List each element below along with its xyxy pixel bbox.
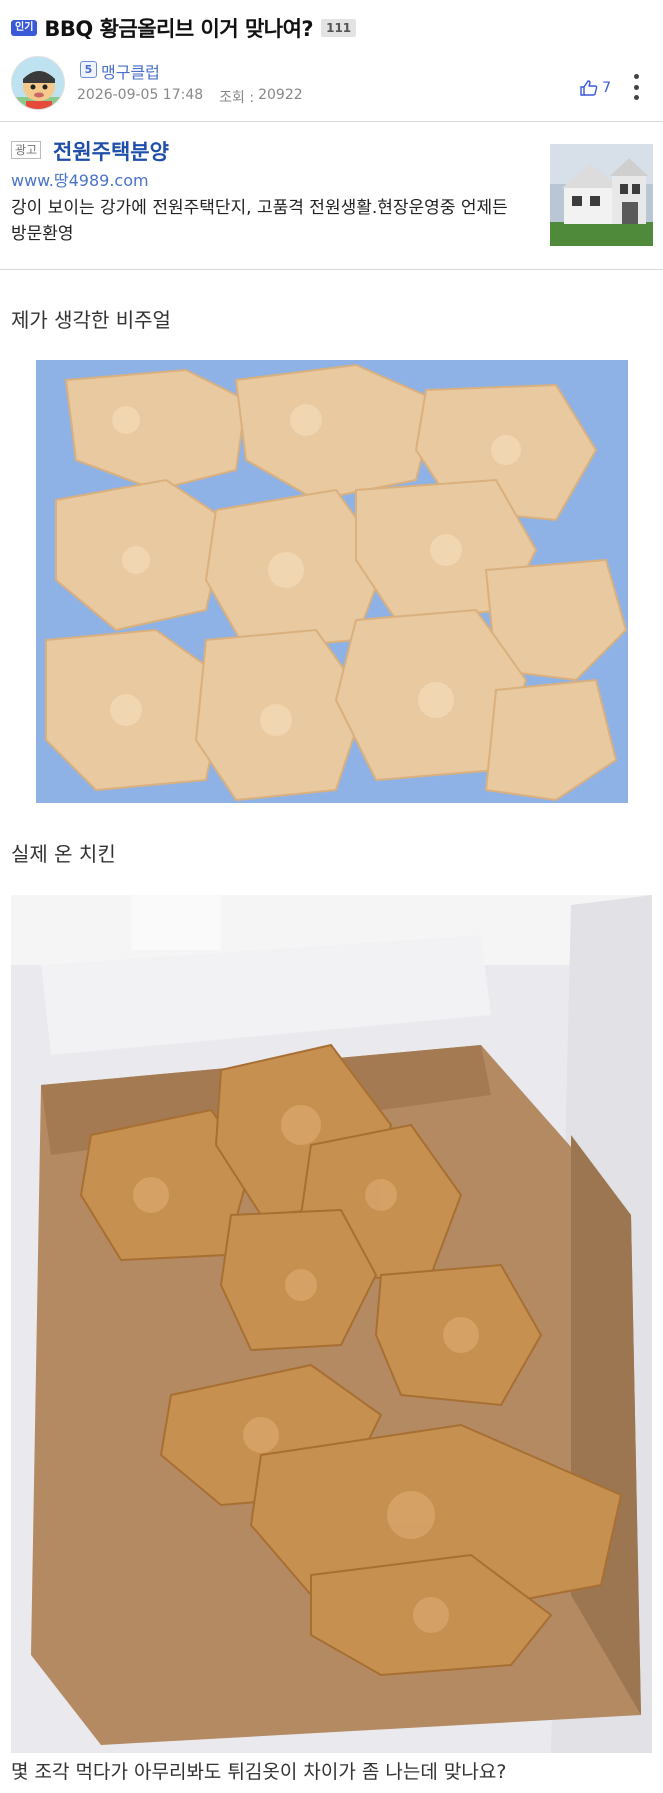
closing-text: 몇 조각 먹다가 아무리봐도 튀김옷이 차이가 좀 나는데 맞나요? xyxy=(11,1761,507,1783)
author-row: 5 맹구클럽 2026-09-05 17:48 조회 : 20922 7 xyxy=(11,56,651,110)
author-nickname[interactable]: 맹구클럽 xyxy=(101,59,160,83)
hot-badge: 인기 xyxy=(11,20,38,36)
view-count: 조회 : 20922 xyxy=(219,87,302,107)
ad-title[interactable]: 전원주택분양 xyxy=(53,136,169,166)
post-date: 2026-09-05 17:48 xyxy=(77,87,204,103)
actual-chicken-photo xyxy=(11,895,652,1753)
post-title: BBQ 황금올리브 이거 맞나여? xyxy=(44,17,314,41)
title-row: 인기 BBQ 황금올리브 이거 맞나여? 111 xyxy=(11,14,357,42)
ad-banner[interactable]: 광고 전원주택분양 www.땅4989.com 강이 보이는 강가에 전원주택단… xyxy=(0,122,663,270)
caption-actual: 실제 온 치킨 xyxy=(11,842,116,866)
views-label: 조회 : xyxy=(219,90,255,106)
thumbs-up-icon xyxy=(580,80,598,96)
comment-count-badge[interactable]: 111 xyxy=(321,19,357,37)
ad-tag: 광고 xyxy=(11,141,42,159)
like-count: 7 xyxy=(602,80,611,96)
caption-expected: 제가 생각한 비주얼 xyxy=(11,308,171,332)
ad-url[interactable]: www.땅4989.com xyxy=(11,167,149,191)
more-vertical-icon[interactable] xyxy=(629,74,643,100)
post-header: 인기 BBQ 황금올리브 이거 맞나여? 111 5 맹구클럽 2026-09-… xyxy=(0,0,663,122)
like-button[interactable]: 7 xyxy=(580,80,611,96)
expected-chicken-photo xyxy=(36,360,628,803)
ad-thumbnail-image[interactable] xyxy=(550,144,653,246)
avatar[interactable] xyxy=(11,56,65,110)
post-meta: 2026-09-05 17:48 조회 : 20922 xyxy=(77,87,303,107)
ad-description: 강이 보이는 강가에 전원주택단지, 고품격 전원생활.현장운영중 언제든 방문… xyxy=(11,198,508,244)
level-badge-icon: 5 xyxy=(80,61,97,78)
views-value: 20922 xyxy=(258,87,303,103)
